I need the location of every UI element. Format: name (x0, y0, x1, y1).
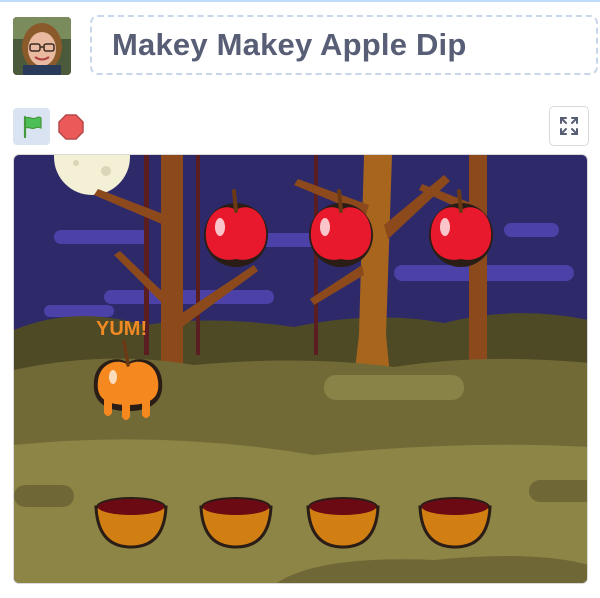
green-flag-icon (23, 115, 42, 138)
dip-bowl[interactable] (199, 497, 273, 549)
project-title: Makey Makey Apple Dip (112, 27, 467, 62)
yum-speech: YUM! (96, 318, 147, 340)
dip-bowl[interactable] (418, 497, 492, 549)
user-avatar-icon (13, 17, 71, 75)
stop-button[interactable] (56, 112, 86, 142)
stage-scene: YUM! (14, 155, 587, 583)
dip-bowl[interactable] (306, 497, 380, 549)
stop-sign-icon (58, 114, 84, 140)
project-stage[interactable]: YUM! (13, 154, 588, 584)
fullscreen-icon (560, 117, 578, 135)
dip-bowl[interactable] (94, 497, 168, 549)
top-accent-line (0, 0, 600, 2)
author-avatar[interactable] (13, 17, 71, 75)
green-flag-button[interactable] (13, 108, 50, 145)
project-title-field[interactable]: Makey Makey Apple Dip (90, 15, 598, 75)
fullscreen-button[interactable] (549, 106, 589, 146)
path-patch (324, 375, 464, 400)
